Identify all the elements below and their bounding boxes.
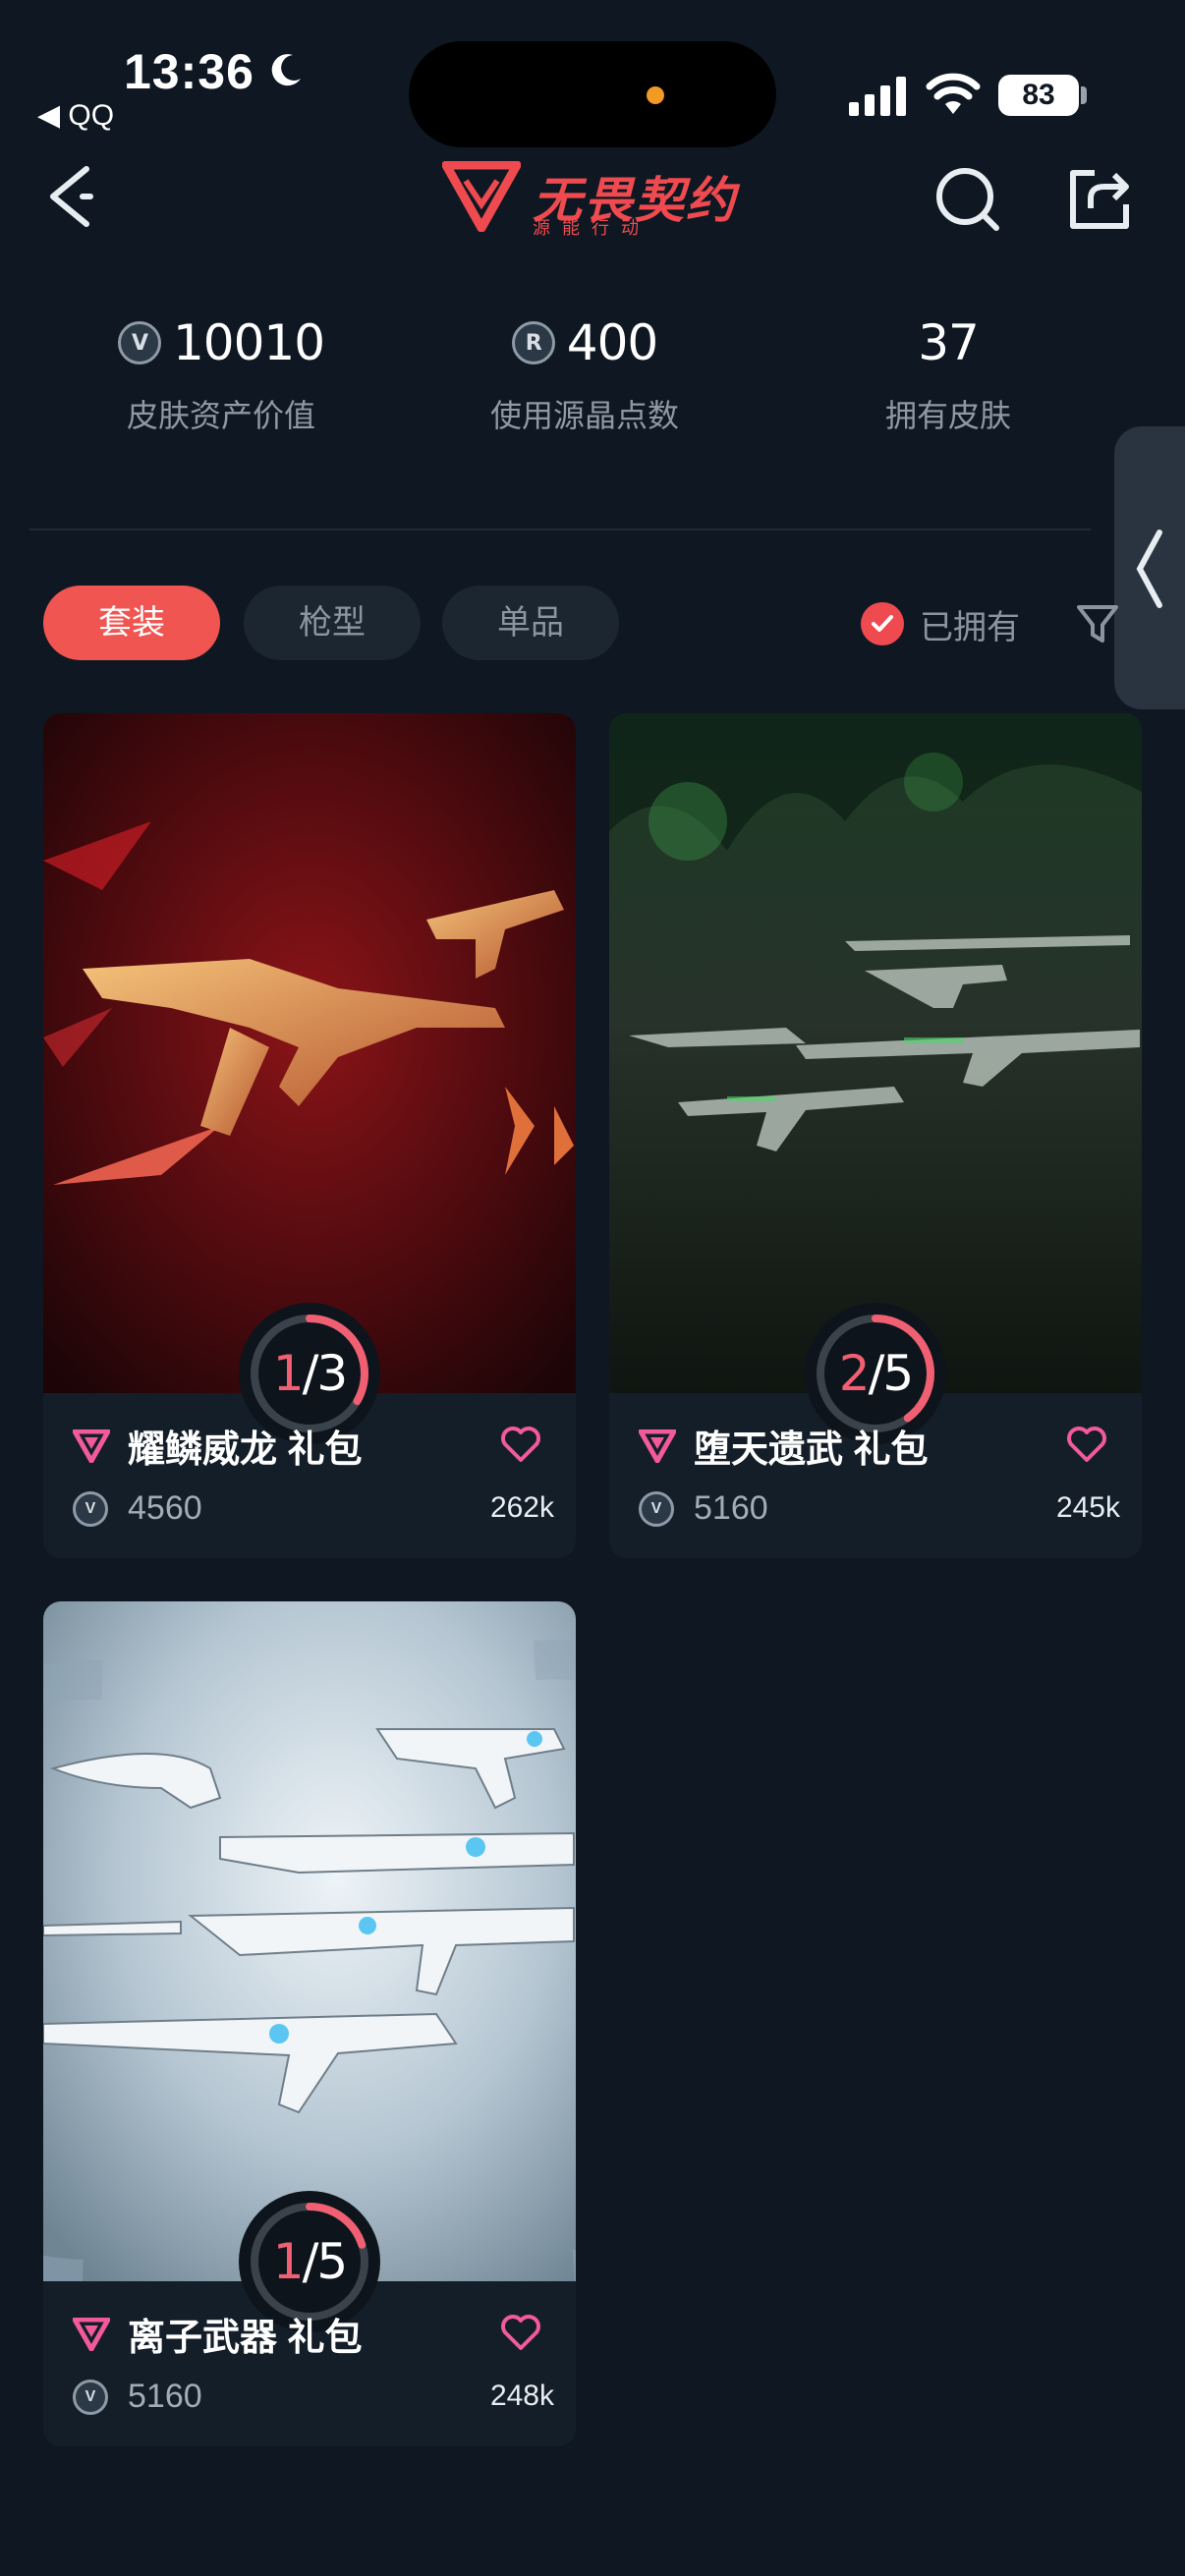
mic-indicator bbox=[647, 86, 664, 104]
stat-radianite-points: R 400 使用源晶点数 bbox=[423, 314, 747, 436]
vp-coin-icon: V bbox=[117, 321, 161, 364]
stats-panel: V 10010 皮肤资产价值 R 400 使用源晶点数 37 拥有皮肤 bbox=[29, 314, 1120, 462]
bundle-price: 4560 bbox=[128, 1489, 202, 1527]
app-logo: 无畏契约 源能行动 bbox=[442, 157, 757, 238]
bundle-name: 耀鳞威龙 礼包 bbox=[128, 1429, 363, 1471]
like-count: 245k bbox=[1055, 1491, 1120, 1524]
logo-subtitle: 源能行动 bbox=[533, 218, 650, 238]
side-drawer-handle[interactable] bbox=[1114, 426, 1185, 709]
tier-triangle-icon bbox=[639, 1428, 676, 1463]
tier-triangle-icon bbox=[73, 2317, 110, 2351]
filter-funnel-icon[interactable] bbox=[1075, 601, 1120, 646]
bundle-card[interactable]: 2/5 堕天遗武 礼包 V 5160 245k bbox=[609, 713, 1142, 1558]
moon-icon bbox=[271, 54, 301, 86]
total-count: 5 bbox=[882, 1345, 914, 1402]
heart-icon[interactable] bbox=[499, 1425, 542, 1464]
bundle-card[interactable]: 1/3 耀鳞威龙 礼包 V 4560 262k bbox=[43, 713, 576, 1558]
like-count: 262k bbox=[489, 1491, 554, 1524]
battery-tip bbox=[1081, 86, 1087, 104]
heart-icon[interactable] bbox=[1065, 1425, 1108, 1464]
back-to-app-link[interactable]: ◀ QQ bbox=[37, 98, 114, 133]
owned-count: 1 bbox=[272, 1345, 305, 1402]
status-bar: 13:36 ◀ QQ 83 bbox=[0, 0, 1185, 147]
tier-triangle-icon bbox=[73, 1428, 110, 1463]
stat-asset-value: V 10010 皮肤资产价值 bbox=[59, 314, 383, 436]
bundle-price: 5160 bbox=[128, 2378, 202, 2415]
vp-coin-icon: V bbox=[73, 2379, 108, 2415]
dynamic-island bbox=[409, 41, 776, 147]
tab-weapon-type[interactable]: 枪型 bbox=[244, 586, 421, 660]
divider bbox=[29, 529, 1091, 531]
stat-value: 37 bbox=[918, 314, 980, 371]
stat-label: 拥有皮肤 bbox=[884, 398, 1011, 433]
bundle-card[interactable]: 1/5 离子武器 礼包 V 5160 248k bbox=[43, 1601, 576, 2446]
search-icon[interactable] bbox=[933, 165, 1002, 234]
status-time: 13:36 bbox=[124, 44, 254, 99]
owned-count: 2 bbox=[838, 1345, 871, 1402]
tab-single-item[interactable]: 单品 bbox=[442, 586, 619, 660]
stat-value: 10010 bbox=[172, 314, 325, 371]
stat-label: 使用源晶点数 bbox=[489, 398, 679, 433]
tab-bundles[interactable]: 套装 bbox=[43, 586, 220, 660]
bundle-artwork bbox=[43, 1601, 576, 2281]
share-icon[interactable] bbox=[1065, 165, 1136, 234]
bundle-artwork bbox=[43, 713, 576, 1393]
bundle-artwork bbox=[609, 713, 1142, 1393]
total-count: 3 bbox=[316, 1345, 348, 1402]
total-count: 5 bbox=[316, 2233, 348, 2290]
back-chevron-icon[interactable] bbox=[39, 157, 108, 236]
stat-label: 皮肤资产价值 bbox=[126, 398, 315, 433]
logo-mark-icon bbox=[442, 161, 521, 232]
stat-owned-skins: 37 拥有皮肤 bbox=[786, 314, 1110, 436]
owned-label: 已拥有 bbox=[920, 608, 1020, 646]
cellular-signal-icon bbox=[849, 77, 906, 116]
radianite-icon: R bbox=[511, 321, 555, 364]
bundle-name: 堕天遗武 礼包 bbox=[694, 1429, 929, 1471]
bundle-name: 离子武器 礼包 bbox=[128, 2318, 363, 2359]
chevron-left-icon bbox=[1136, 530, 1162, 608]
vp-coin-icon: V bbox=[639, 1490, 674, 1527]
owned-toggle[interactable]: 已拥有 bbox=[861, 597, 1020, 650]
stat-value: 400 bbox=[566, 314, 658, 371]
checkmark-icon bbox=[861, 602, 904, 645]
heart-icon[interactable] bbox=[499, 2313, 542, 2352]
wifi-icon bbox=[926, 73, 981, 114]
bundle-price: 5160 bbox=[694, 1489, 768, 1527]
vp-coin-icon: V bbox=[73, 1490, 108, 1527]
like-count: 248k bbox=[489, 2380, 554, 2412]
owned-count: 1 bbox=[272, 2233, 305, 2290]
battery-indicator: 83 bbox=[998, 75, 1079, 116]
